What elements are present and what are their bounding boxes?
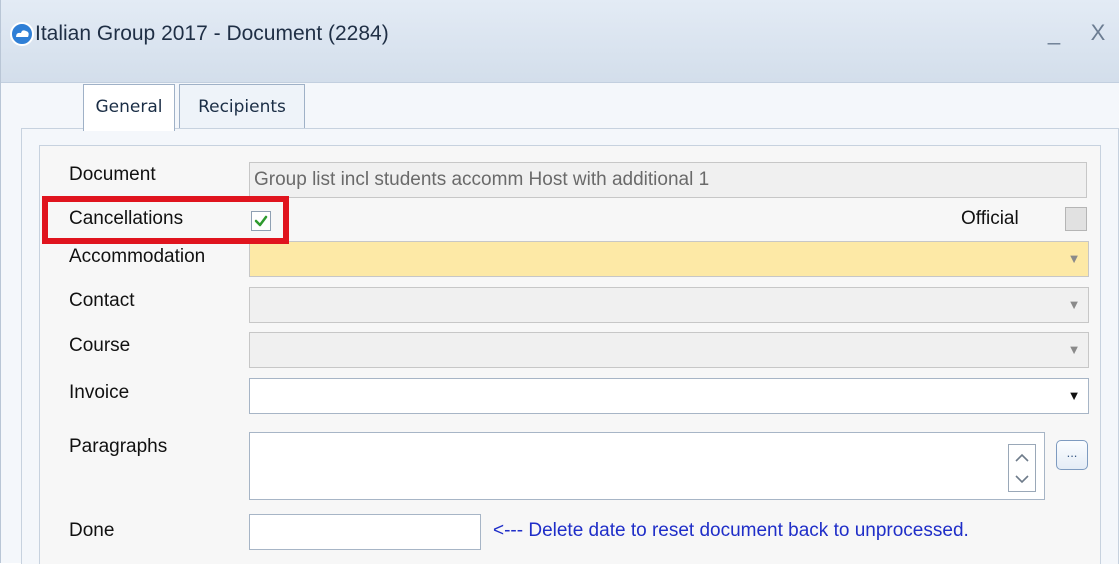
- accommodation-combo[interactable]: ▼: [249, 241, 1089, 277]
- chevron-down-icon[interactable]: ▼: [1060, 379, 1088, 413]
- invoice-label: Invoice: [69, 382, 130, 403]
- highlight-box: [42, 196, 289, 244]
- minimize-button[interactable]: _: [1041, 18, 1067, 48]
- document-label: Document: [69, 164, 156, 185]
- course-combo[interactable]: ▼: [249, 332, 1089, 368]
- paragraphs-browse-button[interactable]: ...: [1056, 440, 1088, 470]
- contact-label: Contact: [69, 290, 135, 311]
- chevron-down-icon[interactable]: [1011, 469, 1033, 489]
- paragraphs-field[interactable]: [249, 432, 1045, 500]
- chevron-up-icon[interactable]: [1011, 447, 1033, 467]
- paragraphs-label: Paragraphs: [69, 436, 168, 457]
- tab-general-label: General: [95, 97, 163, 117]
- document-dialog: Italian Group 2017 - Document (2284) _ X…: [0, 0, 1119, 564]
- done-date-field[interactable]: [249, 514, 481, 550]
- course-label: Course: [69, 335, 131, 356]
- official-label: Official: [961, 208, 1019, 229]
- chevron-down-icon[interactable]: ▼: [1060, 242, 1088, 276]
- tab-recipients[interactable]: Recipients: [179, 84, 305, 129]
- chevron-down-icon[interactable]: ▼: [1060, 333, 1088, 367]
- done-hint: <--- Delete date to reset document back …: [493, 520, 969, 541]
- chevron-down-icon[interactable]: ▼: [1060, 288, 1088, 322]
- tab-general[interactable]: General: [83, 84, 175, 131]
- accommodation-label: Accommodation: [69, 246, 206, 267]
- document-field[interactable]: Group list incl students accomm Host wit…: [249, 162, 1087, 198]
- invoice-combo[interactable]: ▼: [249, 378, 1089, 414]
- done-label: Done: [69, 520, 115, 541]
- official-checkbox[interactable]: [1065, 207, 1087, 231]
- contact-combo[interactable]: ▼: [249, 287, 1089, 323]
- tab-recipients-label: Recipients: [198, 97, 286, 117]
- paragraphs-spinner[interactable]: [1008, 444, 1036, 492]
- document-value: Group list incl students accomm Host wit…: [254, 169, 710, 190]
- close-button[interactable]: X: [1085, 18, 1111, 48]
- window-title: Italian Group 2017 - Document (2284): [35, 22, 389, 45]
- cloud-icon: [10, 22, 34, 46]
- title-bar: Italian Group 2017 - Document (2284) _ X: [1, 0, 1119, 83]
